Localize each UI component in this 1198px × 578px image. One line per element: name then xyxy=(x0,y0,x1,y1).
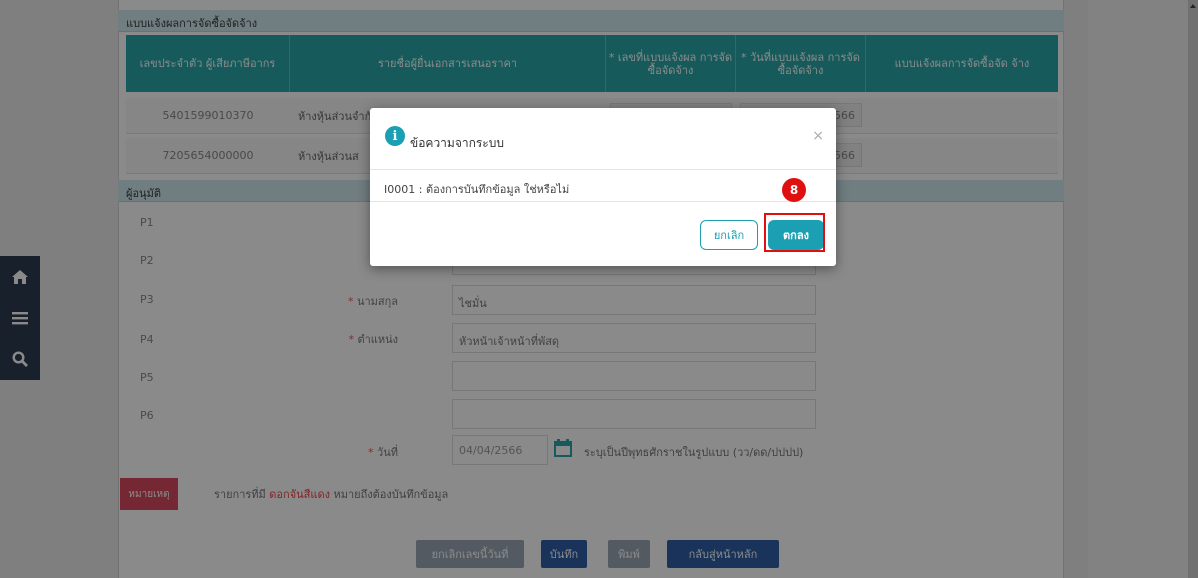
close-icon[interactable]: × xyxy=(812,128,824,144)
modal-backdrop xyxy=(0,0,1198,578)
info-icon: i xyxy=(385,126,405,146)
dialog-header: i ข้อความจากระบบ × xyxy=(370,108,836,170)
dialog-message: I0001 : ต้องการบันทึกข้อมูล ใช่หรือไม่ xyxy=(370,170,836,202)
dialog-title: ข้อความจากระบบ xyxy=(410,136,504,150)
step-badge: 8 xyxy=(782,178,806,202)
ok-button-highlight xyxy=(764,213,825,252)
cancel-button[interactable]: ยกเลิก xyxy=(700,220,758,250)
